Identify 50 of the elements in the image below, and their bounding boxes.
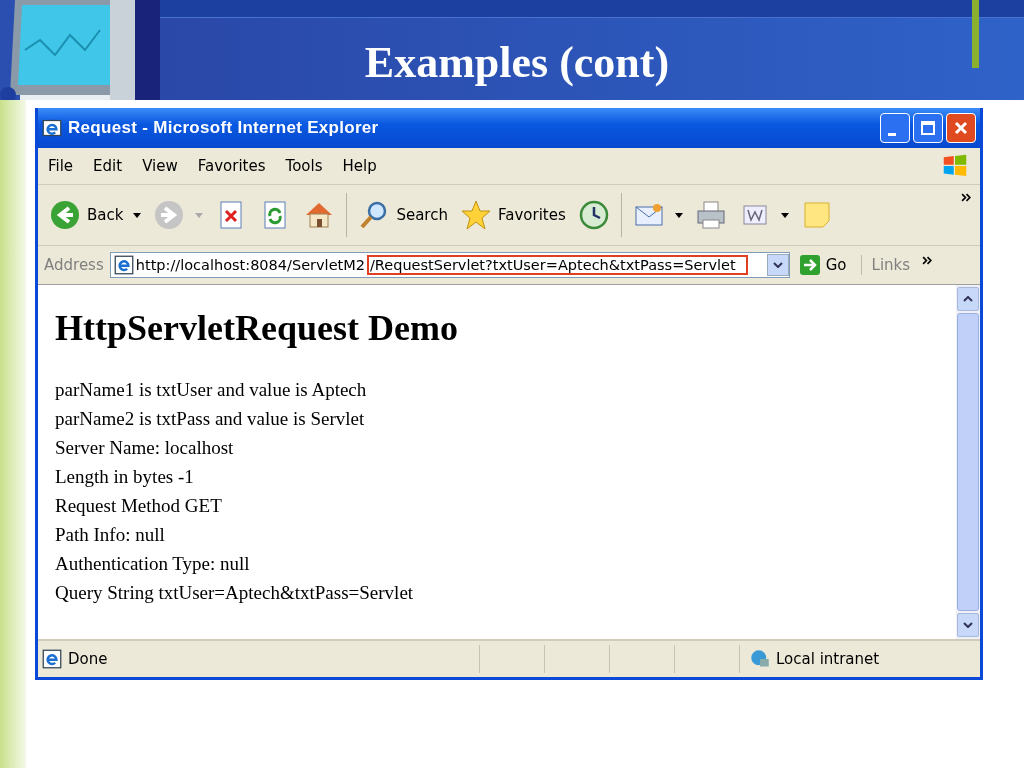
page-text-line: Path Info: null: [55, 523, 166, 547]
scroll-up-button[interactable]: [957, 287, 979, 311]
page-text-line: Length in bytes -1: [55, 465, 195, 489]
page-text-line: parName1 is txtUser and value is Aptech: [55, 378, 368, 402]
clock-icon: [577, 199, 610, 231]
page-icon: [42, 649, 62, 669]
page-text-line: Authentication Type: null: [55, 552, 251, 576]
scrollbar[interactable]: [956, 285, 980, 639]
address-label: Address: [44, 256, 104, 274]
chevron-icon[interactable]: [922, 256, 934, 265]
page-text-line: parName2 is txtPass and value is Servlet: [55, 407, 366, 431]
printer-icon: [694, 199, 727, 231]
search-button[interactable]: Search: [353, 197, 453, 233]
page-text-line: Request Method GET: [55, 494, 223, 518]
slide-title: Examples (cont): [364, 37, 670, 88]
menu-item[interactable]: Edit: [93, 157, 123, 175]
right-arrow-icon: [799, 255, 820, 275]
minimize-icon: [888, 132, 896, 136]
address-field[interactable]: http://localhost:8084/ServletM2 /RequestServlet?txtUser=Aptech&txtPass=Servlet: [109, 252, 790, 278]
minimize-button[interactable]: [880, 113, 910, 143]
window-title: Request - Microsoft Internet Explorer: [68, 118, 379, 138]
chevron-down-icon: [963, 622, 973, 628]
go-button[interactable]: Go: [795, 255, 862, 275]
zone-text: Local intranet: [776, 650, 880, 668]
page-icon: [113, 255, 134, 275]
browser-icon: [42, 118, 62, 138]
menu-item[interactable]: View: [142, 157, 178, 175]
menu-item[interactable]: Help: [342, 157, 377, 175]
menu-item[interactable]: Tools: [285, 157, 323, 175]
close-button[interactable]: [946, 113, 976, 143]
status-text: Done: [68, 650, 108, 668]
menu-item[interactable]: Favorites: [197, 157, 266, 175]
chevron-down-icon: [772, 262, 783, 268]
maximize-icon: [918, 118, 938, 138]
url-text: http://localhost:8084/ServletM2: [135, 257, 365, 273]
star-icon: [459, 199, 492, 231]
menu-item[interactable]: File: [48, 157, 74, 175]
network-icon: [750, 649, 770, 669]
highlighted-url-text: /RequestServlet?txtUser=Aptech&txtPass=Servlet: [366, 255, 748, 275]
maximize-button[interactable]: [913, 113, 943, 143]
scroll-thumb[interactable]: [957, 313, 979, 611]
back-button[interactable]: Back: [44, 197, 147, 233]
page-text-line: Query String txtUser=Aptech&txtPass=Servlet: [55, 581, 415, 605]
favorites-button[interactable]: Favorites: [454, 197, 571, 233]
dropdown-button[interactable]: [766, 254, 789, 276]
scroll-down-button[interactable]: [957, 613, 979, 637]
chevron-up-icon: [963, 296, 973, 302]
page-heading: HttpServletRequest Demo: [55, 307, 459, 349]
chevron-icon[interactable]: [961, 193, 972, 202]
page-text-line: Server Name: localhost: [55, 436, 235, 460]
